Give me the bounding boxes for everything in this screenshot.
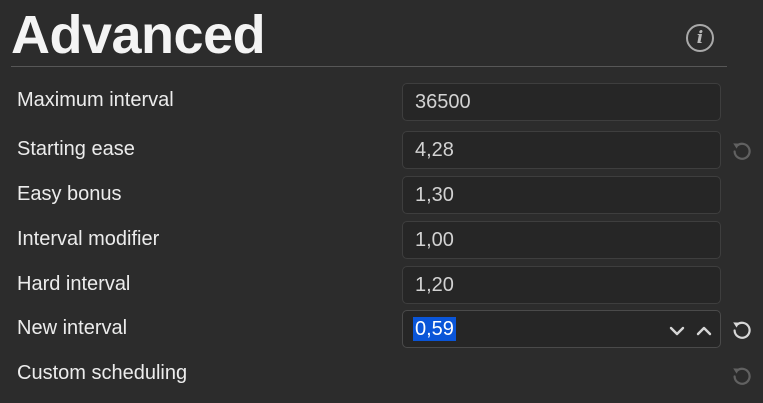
starting-ease-field[interactable]: 4,28 bbox=[402, 131, 721, 169]
starting-ease-reset-icon[interactable] bbox=[731, 140, 753, 162]
maximum-interval-field[interactable]: 36500 bbox=[402, 83, 721, 121]
new-interval-field[interactable]: 0,59 bbox=[402, 310, 721, 348]
interval-modifier-field[interactable]: 1,00 bbox=[402, 221, 721, 259]
custom-scheduling-reset-icon[interactable] bbox=[731, 365, 753, 387]
custom-scheduling-label[interactable]: Custom scheduling bbox=[17, 361, 187, 385]
starting-ease-label: Starting ease bbox=[17, 138, 135, 160]
setting-row-hard-interval: Hard interval 1,20 bbox=[0, 265, 763, 305]
easy-bonus-field[interactable]: 1,30 bbox=[402, 176, 721, 214]
hard-interval-label: Hard interval bbox=[17, 273, 131, 295]
setting-row-interval-modifier: Interval modifier 1,00 bbox=[0, 220, 763, 260]
interval-modifier-label: Interval modifier bbox=[17, 228, 160, 250]
new-interval-label: New interval bbox=[17, 317, 128, 339]
new-interval-selected-value: 0,59 bbox=[413, 317, 456, 341]
section-title: Advanced bbox=[11, 5, 266, 65]
advanced-settings-panel: Advanced i Maximum interval 36500 Starti… bbox=[0, 0, 763, 403]
title-divider bbox=[11, 66, 727, 67]
maximum-interval-label: Maximum interval bbox=[17, 89, 174, 111]
new-interval-reset-icon[interactable] bbox=[731, 319, 753, 341]
setting-row-new-interval: New interval 0,59 bbox=[0, 309, 763, 349]
info-icon[interactable]: i bbox=[686, 24, 714, 52]
setting-row-starting-ease: Starting ease 4,28 bbox=[0, 130, 763, 170]
chevron-up-icon[interactable] bbox=[693, 318, 715, 340]
setting-row-easy-bonus: Easy bonus 1,30 bbox=[0, 175, 763, 215]
easy-bonus-label: Easy bonus bbox=[17, 183, 122, 205]
hard-interval-field[interactable]: 1,20 bbox=[402, 266, 721, 304]
chevron-down-icon[interactable] bbox=[666, 318, 688, 340]
setting-row-maximum-interval: Maximum interval 36500 bbox=[0, 82, 763, 122]
setting-row-custom-scheduling: Custom scheduling bbox=[0, 356, 763, 396]
